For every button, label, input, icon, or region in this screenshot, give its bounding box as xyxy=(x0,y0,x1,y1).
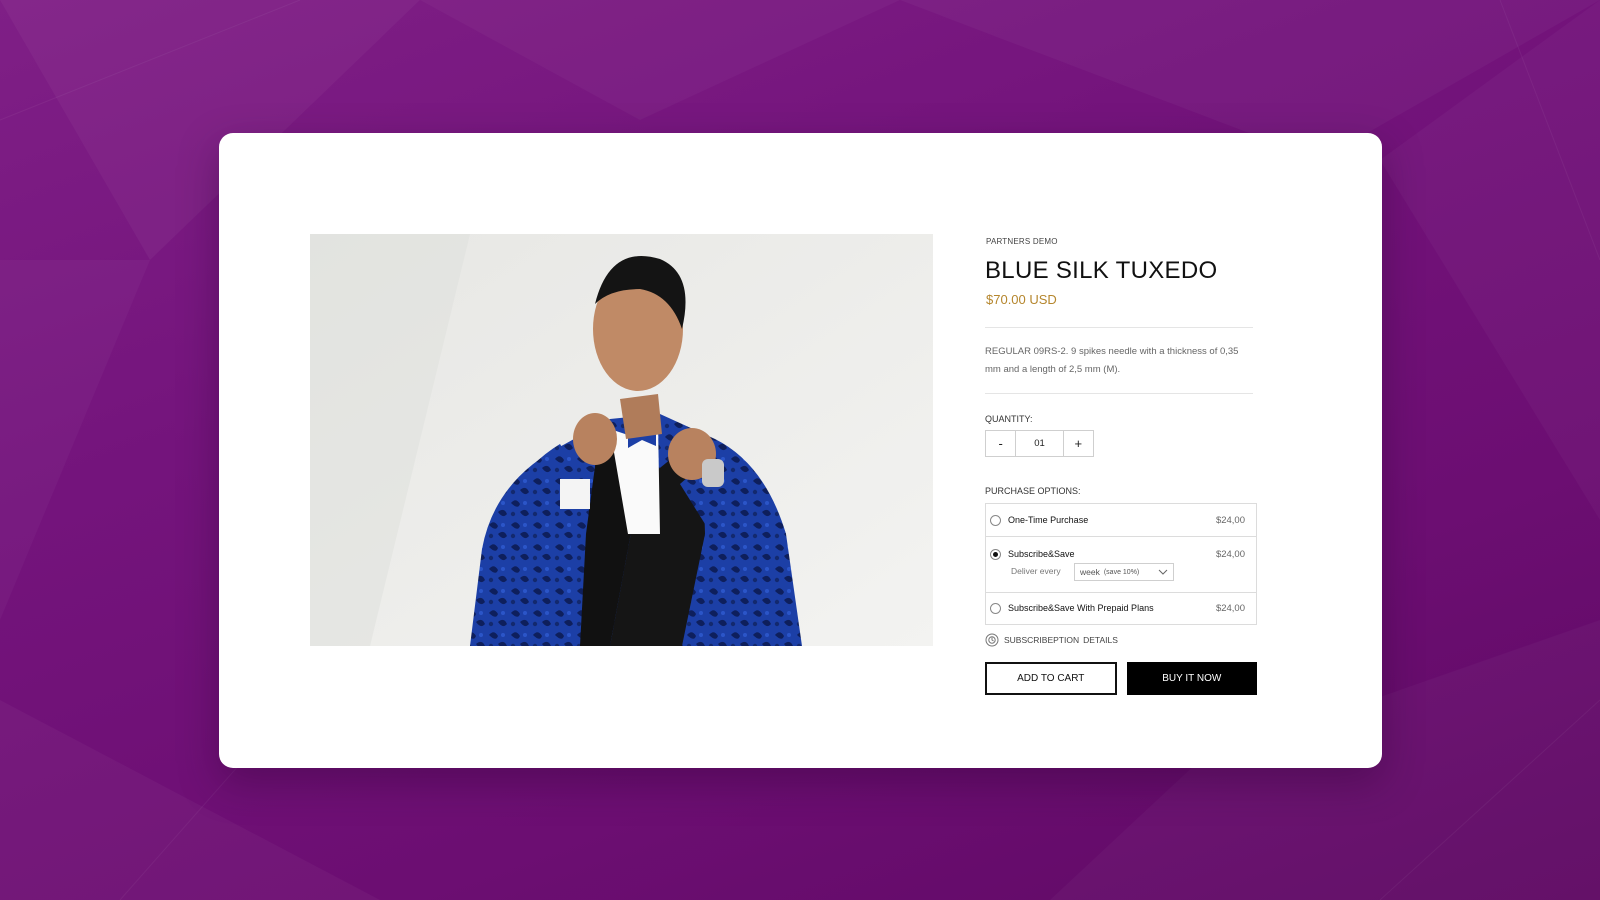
purchase-actions: ADD TO CART BUY IT NOW xyxy=(985,662,1257,695)
product-card: PARTNERS DEMO BLUE SILK TUXEDO $70.00 US… xyxy=(219,133,1382,768)
option-price: $24,00 xyxy=(1215,603,1245,614)
buy-it-now-button[interactable]: BUY IT NOW xyxy=(1126,662,1257,695)
radio-subscribe-save[interactable] xyxy=(990,549,1001,560)
product-photo xyxy=(310,234,933,646)
frequency-value: week xyxy=(1080,567,1100,577)
product-title: BLUE SILK TUXEDO xyxy=(985,257,1218,284)
product-info: PARTNERS DEMO BLUE SILK TUXEDO $70.00 US… xyxy=(985,234,1257,695)
subscription-details-word-1: SUBSCRIBEPTION xyxy=(1004,635,1080,645)
radio-subscribe-save-prepaid[interactable] xyxy=(990,603,1001,614)
option-name: Subscribe&Save With Prepaid Plans xyxy=(1008,603,1154,613)
option-subscribe-save-prepaid[interactable]: Subscribe&Save With Prepaid Plans $24,00 xyxy=(986,593,1256,624)
divider xyxy=(985,393,1253,394)
divider xyxy=(985,327,1253,328)
quantity-increase-button[interactable]: + xyxy=(1064,431,1093,456)
chevron-down-icon xyxy=(1158,569,1168,575)
vendor-name: PARTNERS DEMO xyxy=(986,237,1058,246)
option-price: $24,00 xyxy=(1215,515,1245,526)
option-name: Subscribe&Save xyxy=(1008,549,1075,559)
quantity-input[interactable]: 01 xyxy=(1015,431,1064,456)
delivery-frequency-select[interactable]: week (save 10%) xyxy=(1074,563,1174,581)
product-image xyxy=(310,234,933,646)
option-price: $24,00 xyxy=(1215,549,1245,560)
quantity-stepper: - 01 + xyxy=(985,430,1094,457)
quantity-label: QUANTITY: xyxy=(985,414,1033,424)
option-name: One-Time Purchase xyxy=(1008,515,1089,525)
product-price: $70.00 USD xyxy=(986,292,1057,307)
subscription-details-word-2: DETAILS xyxy=(1083,635,1118,645)
subscription-icon xyxy=(985,633,999,647)
quantity-decrease-button[interactable]: - xyxy=(986,431,1015,456)
deliver-every-label: Deliver every xyxy=(1011,566,1061,576)
product-description: REGULAR 09RS-2. 9 spikes needle with a t… xyxy=(985,346,1239,375)
purchase-options: One-Time Purchase $24,00 Subscribe&Save … xyxy=(985,503,1257,625)
subscription-details-link[interactable]: SUBSCRIBEPTION DETAILS xyxy=(985,633,1257,647)
purchase-options-label: PURCHASE OPTIONS: xyxy=(985,486,1081,496)
add-to-cart-button[interactable]: ADD TO CART xyxy=(985,662,1117,695)
radio-one-time-purchase[interactable] xyxy=(990,515,1001,526)
frequency-discount-note: (save 10%) xyxy=(1103,568,1140,576)
option-one-time-purchase[interactable]: One-Time Purchase $24,00 xyxy=(986,504,1256,537)
option-subscribe-save[interactable]: Subscribe&Save $24,00 Deliver every week… xyxy=(986,537,1256,593)
